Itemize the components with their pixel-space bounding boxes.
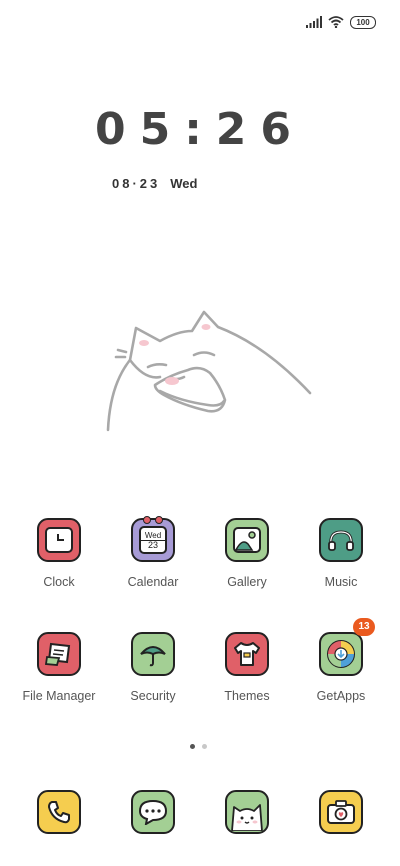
page-dot-active[interactable] bbox=[190, 744, 195, 749]
phone-icon bbox=[48, 801, 70, 824]
cat-wallpaper-illustration bbox=[106, 310, 312, 432]
signal-icon bbox=[306, 16, 322, 28]
weekday-text: Wed bbox=[170, 176, 198, 191]
music-app-icon[interactable] bbox=[319, 518, 363, 562]
page-indicator[interactable] bbox=[190, 744, 207, 749]
messages-app-icon[interactable] bbox=[131, 790, 175, 834]
app-label: File Manager bbox=[22, 689, 96, 703]
wifi-icon bbox=[328, 16, 344, 28]
themes-app-icon[interactable] bbox=[225, 632, 269, 676]
camera-icon bbox=[327, 800, 355, 824]
app-music[interactable]: Music bbox=[296, 518, 386, 589]
app-label: Clock bbox=[43, 575, 75, 589]
battery-indicator: 100 bbox=[350, 15, 376, 29]
page-dot[interactable] bbox=[202, 744, 207, 749]
app-label: Gallery bbox=[227, 575, 267, 589]
lockscreen-date: 08·23 Wed bbox=[112, 176, 197, 191]
picture-icon bbox=[233, 527, 261, 553]
chat-bubble-icon bbox=[138, 799, 168, 825]
calendar-page: Wed 23 bbox=[139, 526, 167, 554]
phone-app-icon[interactable] bbox=[37, 790, 81, 834]
app-file-manager[interactable]: File Manager bbox=[14, 632, 104, 703]
app-label: Themes bbox=[224, 689, 270, 703]
folder-icon bbox=[45, 642, 71, 666]
status-bar: 100 bbox=[306, 14, 376, 30]
app-getapps[interactable]: 13 GetApps bbox=[296, 618, 386, 703]
dock-cat-app[interactable] bbox=[202, 790, 292, 834]
app-label: GetApps bbox=[316, 689, 366, 703]
umbrella-icon bbox=[140, 646, 166, 667]
app-label: Music bbox=[324, 575, 358, 589]
app-gallery[interactable]: Gallery bbox=[202, 518, 292, 589]
dock-phone[interactable] bbox=[14, 790, 104, 834]
dock-camera[interactable] bbox=[296, 790, 386, 834]
tshirt-icon bbox=[234, 642, 260, 666]
file-manager-app-icon[interactable] bbox=[37, 632, 81, 676]
camera-app-icon[interactable] bbox=[319, 790, 363, 834]
date-text: 08·23 bbox=[112, 176, 161, 191]
headphones-icon bbox=[328, 530, 354, 551]
clock-app-icon[interactable] bbox=[37, 518, 81, 562]
gallery-app-icon[interactable] bbox=[225, 518, 269, 562]
calendar-app-icon[interactable]: Wed 23 bbox=[131, 516, 175, 562]
security-app-icon[interactable] bbox=[131, 632, 175, 676]
store-icon bbox=[327, 640, 355, 668]
lockscreen-time[interactable]: 05:26 bbox=[0, 104, 400, 155]
app-themes[interactable]: Themes bbox=[202, 632, 292, 703]
app-security[interactable]: Security bbox=[108, 632, 198, 703]
app-clock[interactable]: Clock bbox=[14, 518, 104, 589]
calendar-day: 23 bbox=[147, 540, 158, 550]
dock-messages[interactable] bbox=[108, 790, 198, 834]
cat-face-icon bbox=[231, 804, 263, 831]
notification-badge: 13 bbox=[353, 618, 375, 636]
clock-face bbox=[45, 527, 73, 553]
getapps-app-icon[interactable]: 13 bbox=[319, 618, 375, 676]
app-label: Calendar bbox=[127, 575, 179, 589]
app-calendar[interactable]: Wed 23 Calendar bbox=[108, 516, 198, 589]
cat-app-icon[interactable] bbox=[225, 790, 269, 834]
app-label: Security bbox=[130, 689, 176, 703]
